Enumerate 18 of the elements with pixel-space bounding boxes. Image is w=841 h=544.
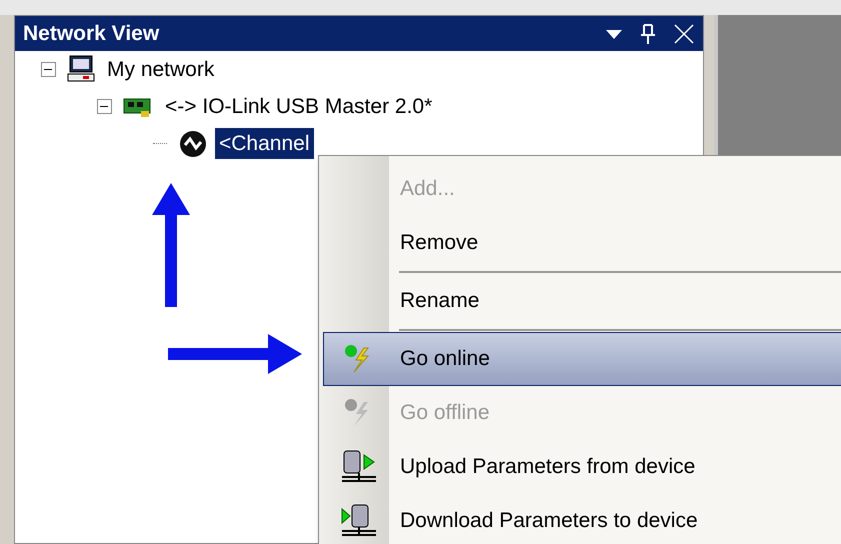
collapse-toggle[interactable] <box>40 62 56 77</box>
server-transfer-icon <box>340 449 378 485</box>
server-transfer-icon <box>340 503 378 539</box>
panel-title: Network View <box>23 20 160 47</box>
menu-item[interactable]: Upload Parameters from device <box>323 440 841 494</box>
menu-item[interactable]: Rename <box>323 274 841 328</box>
tree-item[interactable]: <-> IO-Link USB Master 2.0* <box>161 90 436 122</box>
menu-item[interactable]: Remove <box>323 216 841 270</box>
dropdown-icon[interactable] <box>605 28 623 40</box>
close-icon[interactable] <box>673 22 695 44</box>
collapse-toggle[interactable] <box>96 99 112 114</box>
tree-item[interactable]: <Channel <box>215 128 314 160</box>
menu-item[interactable]: Go online <box>323 332 841 386</box>
pin-icon[interactable] <box>639 22 657 44</box>
computer-icon <box>67 54 95 84</box>
tree-item[interactable]: My network <box>103 54 218 86</box>
device-icon <box>179 130 207 158</box>
menu-item[interactable]: Download Parameters to device <box>323 494 841 544</box>
